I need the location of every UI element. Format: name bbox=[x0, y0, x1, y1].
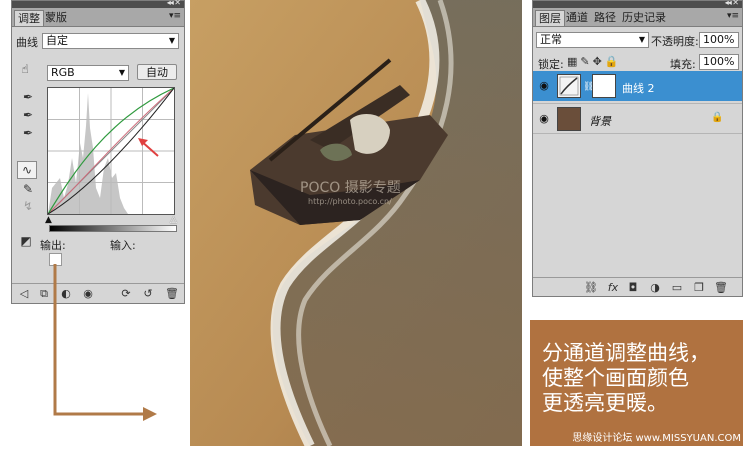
photo-canvas: POCO 摄影专题 http://photo.poco.cn/ bbox=[190, 0, 522, 449]
layer-row-curves[interactable]: ◉ ⛓ 曲线 2 bbox=[533, 71, 742, 101]
adjustment-layer-icon[interactable]: ◑ bbox=[647, 281, 663, 295]
adjustments-tab-bar: 调整 蒙版 ▾≡ bbox=[12, 8, 184, 27]
chevron-down-icon: ▼ bbox=[118, 68, 125, 77]
visibility-eye-icon[interactable]: ◉ bbox=[537, 112, 551, 126]
link-layers-icon[interactable]: ⛓ bbox=[583, 281, 599, 295]
tab-history[interactable]: 历史记录 bbox=[619, 10, 669, 26]
curves-graph[interactable] bbox=[47, 87, 175, 215]
pointer-arrow-line bbox=[53, 264, 145, 416]
curves-adjustment-thumbnail bbox=[557, 74, 581, 98]
panel-title-strip[interactable]: ◂◂ ✕ bbox=[12, 0, 184, 8]
channel-select[interactable]: RGB ▼ bbox=[47, 65, 129, 81]
pencil-icon[interactable]: ✎ bbox=[19, 181, 37, 197]
gray-eyedropper-icon[interactable]: ✒ bbox=[19, 107, 37, 123]
tab-masks[interactable]: 蒙版 bbox=[42, 10, 70, 26]
chevron-down-icon: ▼ bbox=[638, 35, 645, 44]
layers-tab-bar: 图层 通道 路径 历史记录 ▾≡ bbox=[533, 8, 742, 27]
lock-pixels-icon[interactable]: ✎ bbox=[580, 55, 592, 68]
black-point-slider-icon[interactable]: ▲ bbox=[45, 215, 52, 225]
output-label: 输出: bbox=[40, 239, 66, 252]
fx-icon[interactable]: fx bbox=[605, 281, 621, 295]
auto-button[interactable]: 自动 bbox=[137, 64, 177, 80]
opacity-field[interactable]: 100% bbox=[699, 32, 739, 48]
lock-transparent-icon[interactable]: ▦ bbox=[567, 55, 580, 68]
on-image-adjust-icon[interactable]: ☝ bbox=[16, 61, 34, 77]
annotation-line-1: 分通道调整曲线， bbox=[542, 341, 710, 365]
preset-value: 自定 bbox=[46, 34, 68, 47]
annotation-line-2: 使整个画面颜色 bbox=[542, 366, 689, 390]
layers-divider bbox=[533, 133, 742, 134]
add-mask-icon[interactable]: ◘ bbox=[625, 281, 641, 295]
clipping-warning-icon[interactable]: ◩ bbox=[17, 233, 35, 249]
fill-value: 100% bbox=[703, 55, 735, 68]
tab-adjustments[interactable]: 调整 bbox=[14, 10, 44, 26]
tab-paths[interactable]: 路径 bbox=[591, 10, 619, 26]
lock-all-icon[interactable]: 🔒 bbox=[605, 55, 622, 68]
footer-watermark: 思缘设计论坛 www.MISSYUAN.COM bbox=[572, 433, 741, 444]
layers-panel: ◂◂ ✕ 图层 通道 路径 历史记录 ▾≡ 正常 ▼ 不透明度: 100% 锁定:… bbox=[532, 0, 743, 297]
fill-label: 填充: bbox=[670, 58, 696, 71]
lock-label: 锁定: bbox=[538, 58, 564, 71]
lock-options[interactable]: ▦✎✥🔒 bbox=[567, 55, 622, 68]
pointer-arrow bbox=[53, 264, 157, 421]
white-point-slider-icon[interactable]: △ bbox=[170, 215, 177, 225]
opacity-label: 不透明度: bbox=[651, 35, 699, 48]
tab-layers[interactable]: 图层 bbox=[535, 10, 565, 26]
input-label: 输入: bbox=[110, 239, 136, 252]
chevron-down-icon: ▼ bbox=[168, 36, 175, 45]
panel-title-strip[interactable]: ◂◂ ✕ bbox=[533, 0, 742, 8]
trash-icon[interactable]: 🗑 bbox=[164, 287, 180, 301]
panel-menu-icon[interactable]: ▾≡ bbox=[169, 11, 181, 21]
trash-icon[interactable]: 🗑 bbox=[713, 281, 729, 295]
visibility-eye-icon[interactable]: ◉ bbox=[537, 79, 551, 93]
layer-name-background[interactable]: 背景 bbox=[589, 113, 611, 129]
adjustments-panel: ◂◂ ✕ 调整 蒙版 ▾≡ 曲线 自定 ▼ ☝ RGB ▼ 自动 ✒ ✒ ✒ ∿ ✎… bbox=[11, 0, 185, 304]
blend-mode-value: 正常 bbox=[540, 33, 562, 46]
lock-icon: 🔒 bbox=[711, 112, 724, 123]
black-eyedropper-icon[interactable]: ✒ bbox=[19, 89, 37, 105]
input-gradient-bar bbox=[49, 225, 177, 232]
new-group-icon[interactable]: ▭ bbox=[669, 281, 685, 295]
curve-point-icon[interactable]: ∿ bbox=[17, 161, 37, 179]
panel-menu-icon[interactable]: ▾≡ bbox=[727, 11, 739, 21]
annotation-box: 分通道调整曲线， 使整个画面颜色 更透亮更暖。 思缘设计论坛 www.MISSY… bbox=[530, 320, 743, 446]
fill-field[interactable]: 100% bbox=[699, 54, 739, 70]
channel-value: RGB bbox=[51, 66, 75, 79]
layer-row-background[interactable]: ◉ 背景 🔒 bbox=[533, 103, 742, 133]
smooth-icon[interactable]: ↯ bbox=[19, 198, 37, 214]
curves-plot bbox=[47, 87, 175, 215]
preset-select[interactable]: 自定 ▼ bbox=[42, 33, 179, 49]
opacity-value: 100% bbox=[703, 33, 735, 46]
tab-channels[interactable]: 通道 bbox=[563, 10, 591, 26]
red-pointer-arrow bbox=[138, 138, 159, 157]
annotation-line-3: 更透亮更暖。 bbox=[542, 391, 668, 415]
photo-watermark-url: http://photo.poco.cn/ bbox=[308, 197, 392, 206]
layer-name-curves[interactable]: 曲线 2 bbox=[622, 80, 655, 96]
layers-bottom-bar: ⛓ fx ◘ ◑ ▭ ❐ 🗑 bbox=[533, 277, 742, 298]
new-layer-icon[interactable]: ❐ bbox=[691, 281, 707, 295]
background-thumbnail bbox=[557, 107, 581, 131]
blend-mode-select[interactable]: 正常 ▼ bbox=[536, 32, 649, 48]
boat-beach-photo: POCO 摄影专题 http://photo.poco.cn/ bbox=[190, 0, 522, 449]
collapse-icon[interactable]: ◂◂ ✕ bbox=[725, 0, 739, 7]
back-arrow-icon[interactable]: ◁ bbox=[16, 287, 32, 301]
layer-mask-thumbnail[interactable] bbox=[592, 74, 616, 98]
white-eyedropper-icon[interactable]: ✒ bbox=[19, 125, 37, 141]
pointer-arrow-head bbox=[143, 407, 157, 421]
curves-label: 曲线 bbox=[16, 36, 38, 49]
collapse-icon[interactable]: ◂◂ ✕ bbox=[167, 0, 181, 7]
photo-watermark-main: POCO 摄影专题 bbox=[300, 180, 401, 196]
lock-position-icon[interactable]: ✥ bbox=[593, 55, 605, 68]
